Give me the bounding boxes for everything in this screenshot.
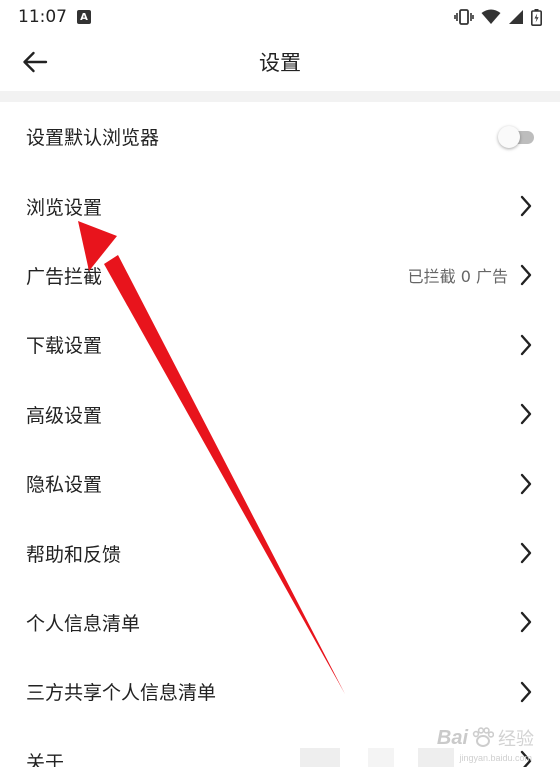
settings-item-label: 浏览设置 xyxy=(26,196,103,219)
settings-item-help-feedback[interactable]: 帮助和反馈 xyxy=(0,518,560,587)
wifi-icon xyxy=(481,9,501,24)
blur-strip xyxy=(368,748,394,767)
back-button[interactable] xyxy=(14,42,56,82)
settings-item-label: 隐私设置 xyxy=(26,474,103,497)
settings-item-control xyxy=(498,125,534,148)
chevron-right-icon xyxy=(518,610,534,634)
vibrate-icon xyxy=(454,9,474,25)
settings-item-third-party-info-list[interactable]: 三方共享个人信息清单 xyxy=(0,657,560,726)
chevron-right-icon xyxy=(518,402,534,426)
settings-item-browse-settings[interactable]: 浏览设置 xyxy=(0,171,560,240)
watermark-url: jingyan.baidu.com xyxy=(459,753,532,763)
settings-item-control xyxy=(518,333,534,357)
settings-item-label: 广告拦截 xyxy=(26,265,103,288)
settings-item-label: 下载设置 xyxy=(26,335,103,358)
signal-icon xyxy=(509,10,523,24)
settings-item-default-browser[interactable]: 设置默认浏览器 xyxy=(0,102,560,171)
settings-item-label: 个人信息清单 xyxy=(26,612,141,635)
status-bar: 11:07 A xyxy=(0,0,560,34)
notification-icon: A xyxy=(77,10,91,24)
settings-item-download-settings[interactable]: 下载设置 xyxy=(0,310,560,379)
arrow-left-icon xyxy=(23,51,48,73)
page-title: 设置 xyxy=(259,51,301,75)
chevron-right-icon xyxy=(518,194,534,218)
settings-item-control xyxy=(518,472,534,496)
status-icons xyxy=(454,8,542,26)
settings-item-label: 帮助和反馈 xyxy=(26,543,122,566)
settings-list: 设置默认浏览器 浏览设置 广告拦截 已拦截 0 广告 下载设置 高级设置 隐私设… xyxy=(0,102,560,767)
watermark-brand: Bai xyxy=(436,726,468,749)
settings-item-privacy-settings[interactable]: 隐私设置 xyxy=(0,449,560,518)
status-time: 11:07 xyxy=(18,7,67,27)
baidu-watermark: Bai 经验 xyxy=(437,725,534,751)
settings-item-control xyxy=(518,541,534,565)
settings-item-personal-info-list[interactable]: 个人信息清单 xyxy=(0,588,560,657)
settings-item-control xyxy=(518,680,534,704)
ad-block-count: 已拦截 0 广告 xyxy=(407,267,508,287)
chevron-right-icon xyxy=(518,472,534,496)
settings-item-control xyxy=(518,194,534,218)
settings-item-control xyxy=(518,402,534,426)
watermark-suffix: 经验 xyxy=(498,729,534,750)
settings-item-label: 关于 xyxy=(26,751,65,767)
chevron-right-icon xyxy=(518,263,534,287)
toggle-knob xyxy=(498,125,520,148)
settings-item-advanced-settings[interactable]: 高级设置 xyxy=(0,380,560,449)
section-divider xyxy=(0,91,560,102)
chevron-right-icon xyxy=(518,333,534,357)
battery-icon xyxy=(531,8,542,26)
blur-strip xyxy=(300,748,340,767)
default-browser-toggle[interactable] xyxy=(498,125,534,148)
settings-item-control xyxy=(518,610,534,634)
paw-icon xyxy=(472,727,494,747)
settings-item-control: 已拦截 0 广告 xyxy=(408,263,534,287)
settings-item-label: 设置默认浏览器 xyxy=(26,127,160,150)
settings-item-label: 高级设置 xyxy=(26,404,103,427)
app-bar: 设置 xyxy=(0,34,560,90)
chevron-right-icon xyxy=(518,541,534,565)
chevron-right-icon xyxy=(518,680,534,704)
settings-item-ad-block[interactable]: 广告拦截 已拦截 0 广告 xyxy=(0,241,560,310)
settings-item-label: 三方共享个人信息清单 xyxy=(26,682,217,705)
